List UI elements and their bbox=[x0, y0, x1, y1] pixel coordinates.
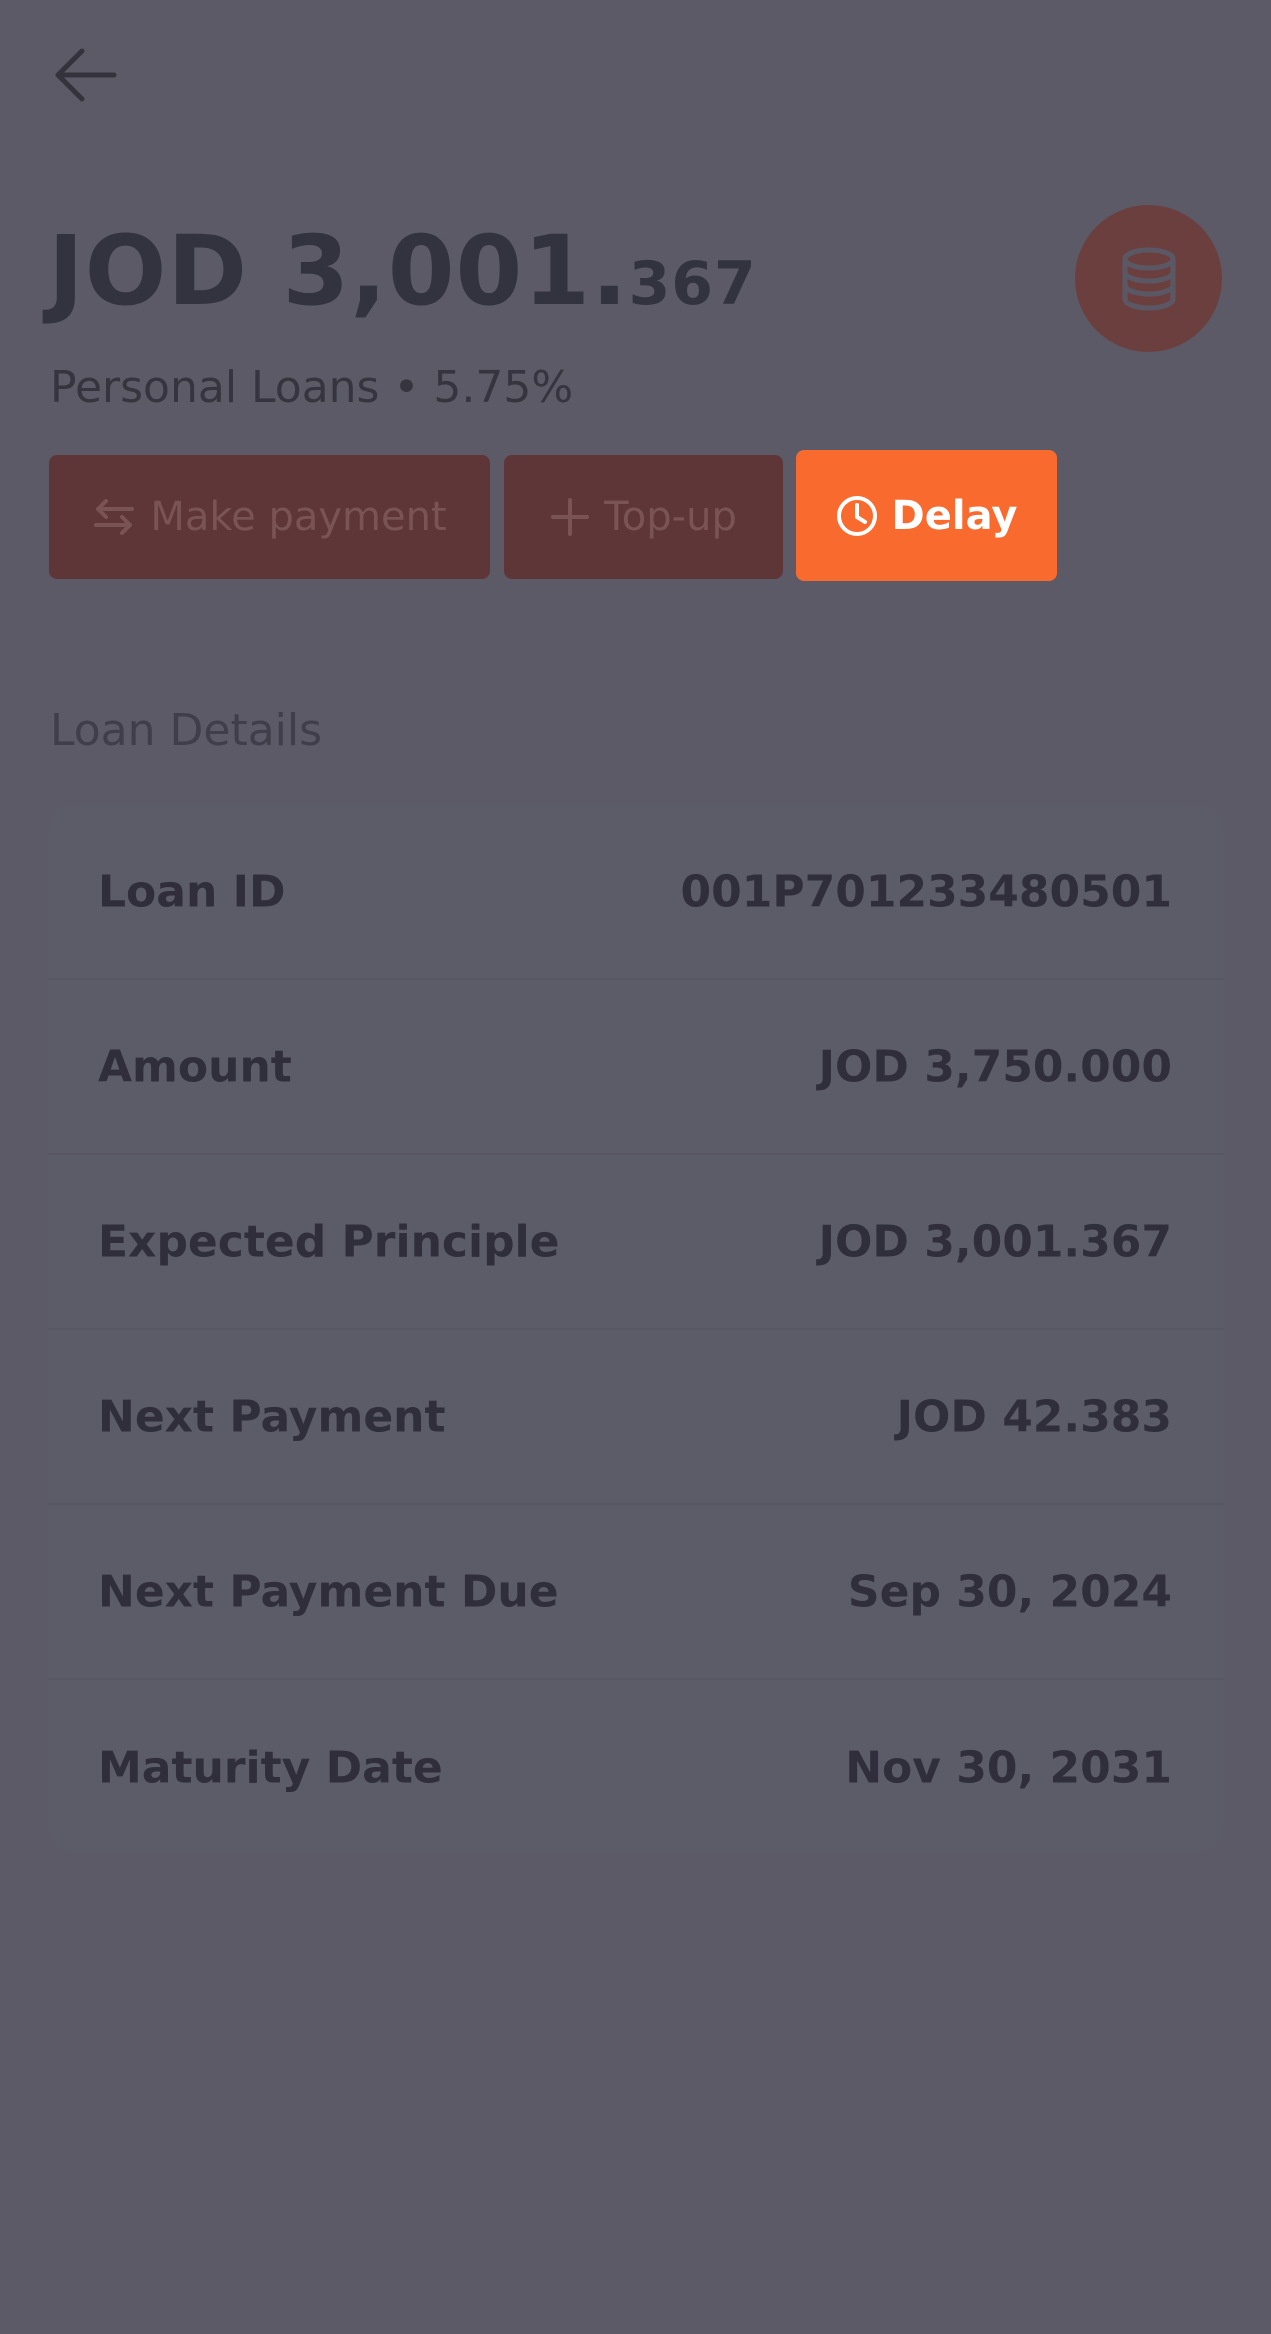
detail-label: Amount bbox=[98, 1041, 292, 1092]
detail-label: Maturity Date bbox=[98, 1742, 443, 1793]
detail-row-amount: Amount JOD 3,750.000 bbox=[48, 980, 1224, 1155]
loan-balance-decimals: 367 bbox=[628, 249, 757, 319]
detail-row-next-payment: Next Payment JOD 42.383 bbox=[48, 1330, 1224, 1505]
loan-subtitle: Personal Loans • 5.75% bbox=[50, 362, 574, 413]
top-up-label: Top-up bbox=[604, 494, 737, 540]
loan-detail-screen: JOD 3,001.367 Personal Loans • 5.75% Mak… bbox=[0, 0, 1271, 2334]
loan-actions: Make payment Top-up Delay bbox=[0, 450, 1271, 585]
coins-stack-icon bbox=[1122, 247, 1175, 311]
delay-button[interactable]: Delay bbox=[796, 450, 1057, 581]
detail-row-loan-id: Loan ID 001P701233480501 bbox=[48, 805, 1224, 980]
arrow-left-icon bbox=[55, 48, 117, 102]
transfer-arrows-icon bbox=[94, 499, 135, 535]
detail-row-next-payment-due: Next Payment Due Sep 30, 2024 bbox=[48, 1505, 1224, 1680]
clock-icon bbox=[836, 495, 877, 536]
detail-value: 001P701233480501 bbox=[680, 866, 1172, 917]
delay-label: Delay bbox=[891, 492, 1018, 539]
detail-value: JOD 3,750.000 bbox=[818, 1041, 1172, 1092]
detail-value: JOD 42.383 bbox=[896, 1391, 1172, 1442]
top-up-button[interactable]: Top-up bbox=[504, 455, 783, 579]
detail-label: Next Payment Due bbox=[98, 1566, 559, 1617]
loan-balance-main: JOD 3,001. bbox=[48, 215, 629, 327]
detail-value: Nov 30, 2031 bbox=[845, 1742, 1172, 1793]
detail-label: Next Payment bbox=[98, 1391, 446, 1442]
make-payment-button[interactable]: Make payment bbox=[49, 455, 490, 579]
detail-value: Sep 30, 2024 bbox=[847, 1566, 1172, 1617]
plus-icon bbox=[551, 498, 590, 536]
detail-label: Loan ID bbox=[98, 866, 286, 917]
detail-row-expected-principle: Expected Principle JOD 3,001.367 bbox=[48, 1155, 1224, 1330]
loan-details-heading: Loan Details bbox=[50, 705, 323, 756]
detail-row-maturity-date: Maturity Date Nov 30, 2031 bbox=[48, 1680, 1224, 1852]
make-payment-label: Make payment bbox=[150, 494, 447, 540]
loan-balance: JOD 3,001.367 bbox=[48, 215, 757, 327]
loan-type-badge bbox=[1075, 205, 1222, 352]
detail-value: JOD 3,001.367 bbox=[818, 1216, 1172, 1267]
loan-details-card: Loan ID 001P701233480501 Amount JOD 3,75… bbox=[48, 805, 1224, 1852]
back-button[interactable] bbox=[50, 45, 120, 105]
detail-label: Expected Principle bbox=[98, 1216, 560, 1267]
